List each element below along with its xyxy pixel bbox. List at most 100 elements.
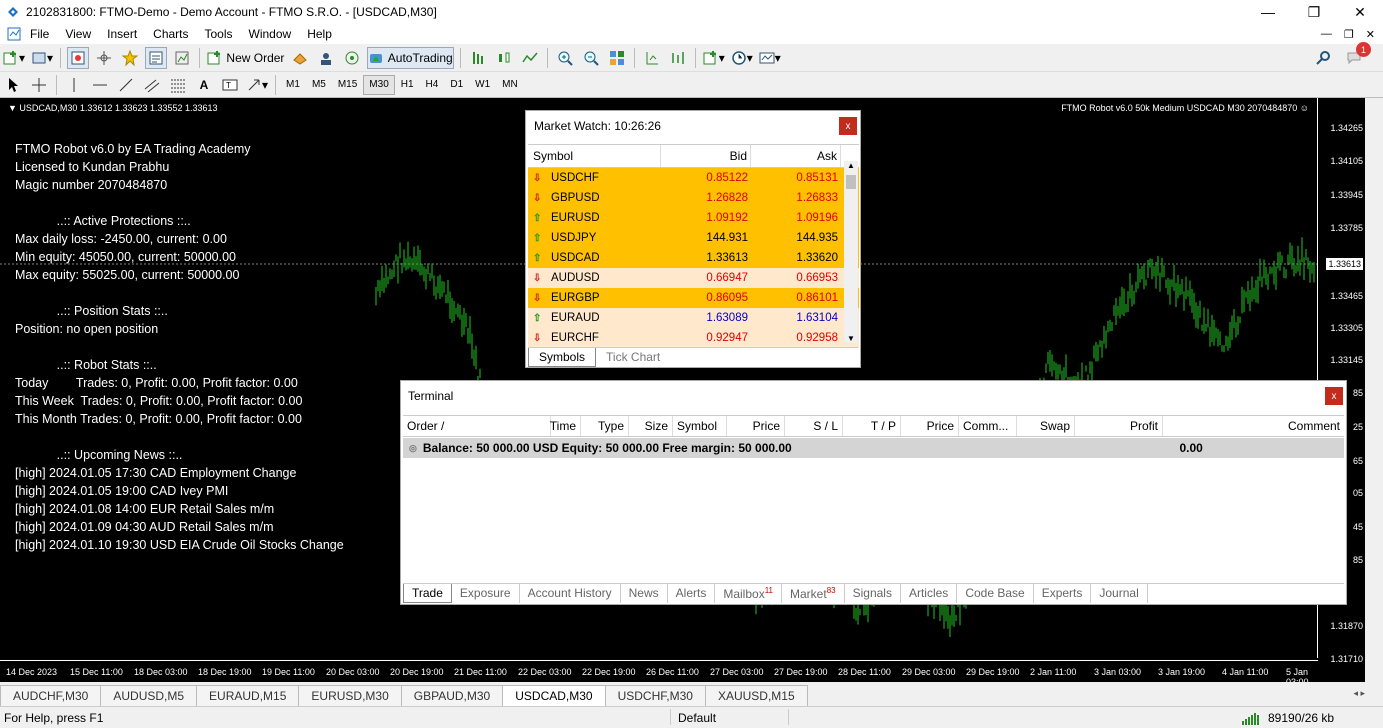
timeframe-w1[interactable]: W1 [469,75,496,95]
new-order-button[interactable]: New Order [206,47,285,69]
data-window-button[interactable] [93,47,115,69]
menu-file[interactable]: File [22,27,57,41]
terminal-tab-experts[interactable]: Experts [1034,584,1092,603]
metaeditor-button[interactable] [289,47,311,69]
comment-column-header[interactable]: Comment [1163,416,1344,436]
terminal-tab-code-base[interactable]: Code Base [957,584,1034,603]
new-chart-button[interactable]: ▾ [2,47,26,69]
timeframe-m5[interactable]: M5 [306,75,332,95]
chart-tab[interactable]: AUDCHF,M30 [0,685,102,706]
signals-button[interactable] [341,47,363,69]
profiles-button[interactable]: ▾ [30,47,54,69]
indicators-button[interactable]: ▾ [702,47,726,69]
market-watch-row[interactable]: ⇩ EURGBP 0.86095 0.86101 [528,288,859,308]
navigator-button[interactable] [119,47,141,69]
vertical-line-button[interactable] [63,74,85,96]
market-watch-row[interactable]: ⇧ USDJPY 144.931 144.935 [528,228,859,248]
timeframe-m1[interactable]: M1 [280,75,306,95]
market-watch-titlebar[interactable]: Market Watch: 10:26:26 x [526,111,860,141]
order-column-header[interactable]: Order / [403,416,551,436]
terminal-close-button[interactable]: x [1325,387,1343,405]
menu-view[interactable]: View [57,27,99,41]
trendline-button[interactable] [115,74,137,96]
timeframe-h4[interactable]: H4 [420,75,445,95]
market-watch-row[interactable]: ⇩ AUDUSD 0.66947 0.66953 [528,268,859,288]
tile-windows-button[interactable] [606,47,628,69]
scroll-up-icon[interactable]: ▲ [847,161,855,170]
terminal-tab-signals[interactable]: Signals [845,584,901,603]
market-watch-button[interactable] [67,46,90,69]
zoom-out-button[interactable] [580,47,602,69]
scroll-down-icon[interactable]: ▼ [847,334,855,343]
market-watch-close-button[interactable]: x [839,117,857,135]
menu-tools[interactable]: Tools [197,27,241,41]
scroll-thumb[interactable] [846,175,856,189]
market-watch-row[interactable]: ⇩ GBPUSD 1.26828 1.26833 [528,188,859,208]
terminal-tab-news[interactable]: News [621,584,668,603]
profit-column-header[interactable]: Profit [1075,416,1163,436]
menu-insert[interactable]: Insert [99,27,145,41]
type-column-header[interactable]: Type [581,416,629,436]
terminal-tab-articles[interactable]: Articles [901,584,958,603]
community-button[interactable] [315,47,337,69]
chart-shift-button[interactable] [667,47,689,69]
ask-column-header[interactable]: Ask [751,145,841,167]
current-price-column-header[interactable]: Price [901,416,959,436]
time-column-header[interactable]: Time [550,416,581,436]
menu-charts[interactable]: Charts [145,27,196,41]
timeframe-mn[interactable]: MN [496,75,524,95]
sl-column-header[interactable]: S / L [785,416,843,436]
tp-column-header[interactable]: T / P [843,416,901,436]
terminal-tab-alerts[interactable]: Alerts [668,584,716,603]
timeframe-m15[interactable]: M15 [332,75,363,95]
cursor-button[interactable] [2,74,24,96]
terminal-tab-trade[interactable]: Trade [403,584,452,603]
bar-chart-button[interactable] [467,47,489,69]
terminal-tab-mailbox[interactable]: Mailbox11 [715,584,783,603]
menu-window[interactable]: Window [241,27,300,41]
price-column-header[interactable]: Price [727,416,785,436]
notifications-button[interactable]: 1 [1347,42,1371,67]
text-button[interactable]: A [193,74,215,96]
symbol-column-header[interactable]: Symbol [673,416,727,436]
timeframe-m30[interactable]: M30 [363,74,395,95]
mdi-close-button[interactable]: ✕ [1366,28,1375,41]
market-watch-row[interactable]: ⇧ EURUSD 1.09192 1.09196 [528,208,859,228]
horizontal-line-button[interactable] [89,74,111,96]
market-watch-row[interactable]: ⇩ EURCHF 0.92947 0.92958 [528,328,859,348]
terminal-button[interactable] [145,46,168,69]
chart-tab[interactable]: USDCAD,M30 [502,685,606,706]
bid-column-header[interactable]: Bid [661,145,751,167]
shapes-button[interactable]: ▾ [245,74,269,96]
terminal-tab-market[interactable]: Market83 [782,584,845,603]
menu-help[interactable]: Help [299,27,340,41]
chart-tab[interactable]: XAUUSD,M15 [704,685,808,706]
zoom-in-button[interactable] [554,47,576,69]
chart-tab[interactable]: EURAUD,M15 [196,685,300,706]
strategy-tester-button[interactable] [171,47,193,69]
chart-tabs-scroll[interactable]: ◂ ▸ [1353,688,1365,699]
crosshair-button[interactable] [28,74,50,96]
terminal-titlebar[interactable]: Terminal x [401,381,1346,411]
chart-tab[interactable]: GBPAUD,M30 [400,685,504,706]
search-icon[interactable] [1315,50,1331,66]
chart-tab[interactable]: EURUSD,M30 [298,685,402,706]
restore-button[interactable]: ❐ [1291,0,1337,24]
terminal-tab-exposure[interactable]: Exposure [452,584,520,603]
tab-tick-chart[interactable]: Tick Chart [596,348,670,367]
fibonacci-button[interactable] [167,74,189,96]
terminal-tab-account-history[interactable]: Account History [520,584,621,603]
balance-row[interactable]: ◎ Balance: 50 000.00 USD Equity: 50 000.… [403,438,1344,458]
mdi-restore-button[interactable]: ❐ [1344,28,1354,41]
commission-column-header[interactable]: Comm... [959,416,1017,436]
channel-button[interactable] [141,74,163,96]
size-column-header[interactable]: Size [629,416,673,436]
close-button[interactable]: ✕ [1337,0,1383,24]
minimize-button[interactable]: — [1245,0,1291,24]
market-watch-row[interactable]: ⇧ USDCAD 1.33613 1.33620 [528,248,859,268]
line-chart-button[interactable] [519,47,541,69]
periods-button[interactable]: ▾ [730,47,754,69]
text-label-button[interactable]: T [219,74,241,96]
autoscroll-button[interactable] [641,47,663,69]
terminal-tab-journal[interactable]: Journal [1091,584,1148,603]
